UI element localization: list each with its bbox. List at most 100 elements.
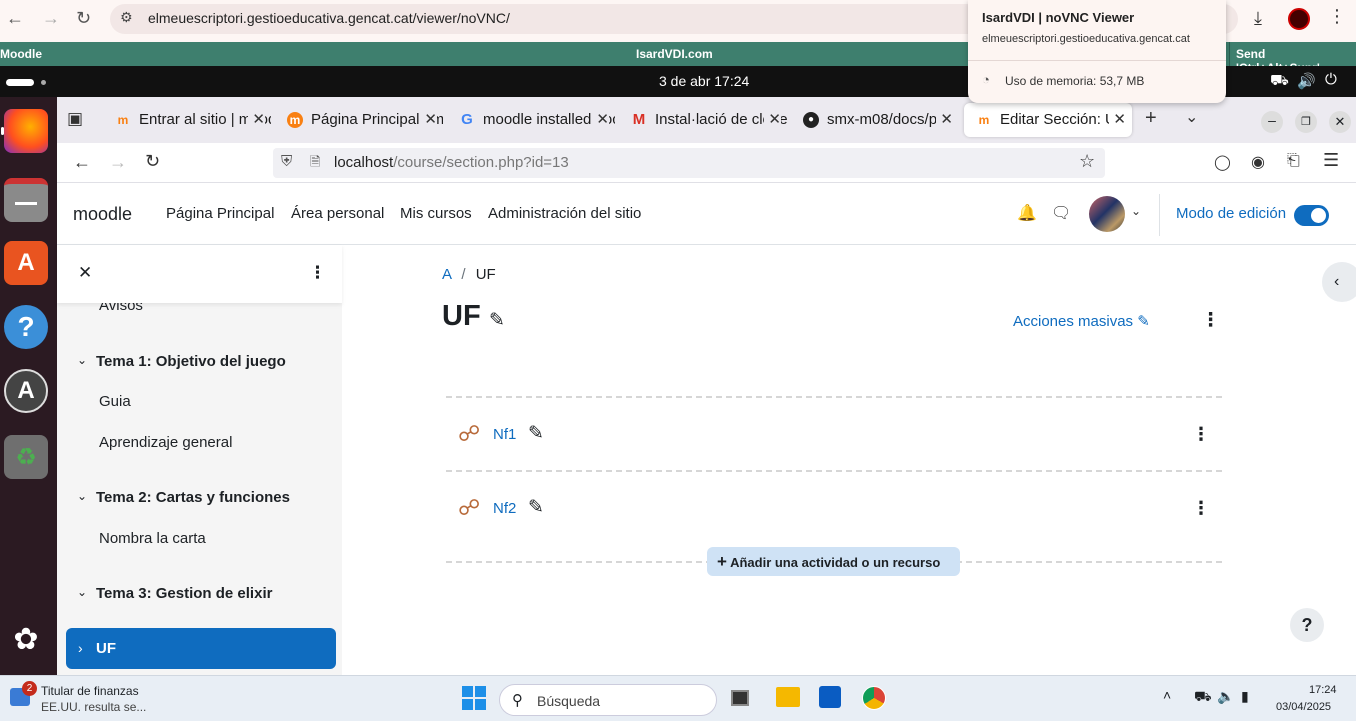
gnome-clock[interactable]: 3 de abr 17:24 [659, 73, 749, 89]
network-icon[interactable]: ⛟ [1270, 72, 1289, 91]
activity-menu-icon[interactable]: ⋮ [1192, 424, 1210, 445]
close-icon[interactable]: ✕ [1109, 103, 1126, 137]
tray-date[interactable]: 03/04/2025 [1276, 701, 1331, 713]
tab-manager-icon[interactable]: ▣ [67, 109, 83, 129]
breadcrumb-course[interactable]: A [442, 266, 451, 283]
tab-pagina-principal[interactable]: m Página Principal | moodle ✕ [275, 103, 443, 137]
extensions-icon[interactable]: ⎗ [1287, 152, 1300, 170]
speaker-icon[interactable]: 🔈 [1217, 688, 1234, 705]
breadcrumb-current: UF [475, 266, 496, 283]
address-bar[interactable]: ⛨ 🗎 localhost/course/section.php?id=13 ☆ [273, 148, 1105, 178]
chevron-down-icon[interactable]: ⌄ [77, 489, 87, 503]
activity-menu-icon[interactable]: ⋮ [1192, 498, 1210, 519]
back-icon[interactable]: ← [6, 8, 24, 29]
send-cad-button[interactable]: Send 'Ctrl+Alt+Supr' [1229, 42, 1356, 75]
store-icon[interactable] [819, 686, 841, 708]
close-icon[interactable]: ✕ [592, 103, 609, 137]
section-menu-icon[interactable]: ⋮ [1201, 309, 1220, 332]
course-item[interactable]: Aprendizaje general [99, 434, 232, 451]
tray-time[interactable]: 17:24 [1309, 684, 1337, 696]
block-drawer-toggle[interactable]: ‹ [1322, 262, 1356, 302]
nav-pagina-principal[interactable]: Página Principal [166, 205, 274, 222]
minimize-icon[interactable]: – [1261, 111, 1283, 133]
tab-google[interactable]: G moodle installed docker ✕ [447, 103, 615, 137]
wifi-icon[interactable]: ⛟ [1194, 688, 1212, 707]
show-apps-icon[interactable]: ✿ [4, 617, 48, 661]
drawer-menu-icon[interactable]: ⋮ [309, 263, 326, 283]
news-title[interactable]: Titular de finanzas [41, 684, 139, 698]
edit-mode-toggle[interactable] [1294, 205, 1329, 226]
download-icon[interactable]: ⤓ [1254, 8, 1262, 29]
reload-icon[interactable]: ↻ [76, 8, 91, 29]
search-box[interactable]: ⚲ Búsqueda [499, 684, 717, 716]
edit-activity-icon[interactable]: ✎ [528, 496, 544, 519]
chevron-down-icon[interactable]: ⌄ [1131, 204, 1141, 218]
file-explorer-icon[interactable] [776, 687, 800, 707]
close-icon[interactable]: ✕ [936, 103, 953, 137]
bulk-edit-link[interactable]: Acciones masivas ✎ [1013, 312, 1150, 330]
software-updater-icon[interactable]: A [4, 369, 48, 413]
close-window-icon[interactable]: ✕ [1329, 111, 1351, 133]
news-subtitle[interactable]: EE.UU. resulta se... [41, 700, 146, 714]
tab-entrar[interactable]: m Entrar al sitio | moodle ✕ [103, 103, 271, 137]
nav-area-personal[interactable]: Área personal [291, 205, 384, 222]
tab-gmail[interactable]: M Instal·lació de clonezilla ✕ [619, 103, 787, 137]
profile-avatar[interactable] [1288, 8, 1310, 30]
nav-administracion[interactable]: Administración del sitio [488, 205, 641, 222]
activities-indicator[interactable] [6, 79, 34, 86]
chevron-down-icon[interactable]: ⌄ [77, 353, 87, 367]
chrome-taskbar-icon[interactable] [862, 686, 886, 710]
edit-activity-icon[interactable]: ✎ [528, 422, 544, 445]
forward-icon[interactable]: → [42, 8, 60, 29]
course-item[interactable]: Nombra la carta [99, 530, 206, 547]
site-info-icon[interactable]: ⚙ [120, 9, 133, 26]
chrome-menu-icon[interactable]: ⋮ [1328, 6, 1346, 27]
close-drawer-icon[interactable]: ✕ [78, 263, 92, 283]
start-pane [462, 686, 473, 697]
bookmark-star-icon[interactable]: ☆ [1079, 151, 1095, 172]
volume-icon[interactable]: 🔊 [1297, 72, 1316, 90]
windows-start-icon[interactable] [462, 686, 486, 710]
hamburger-menu-icon[interactable]: ☰ [1323, 150, 1339, 171]
tab-editar-seccion[interactable]: m Editar Sección: UF ✕ [964, 103, 1132, 137]
nav-mis-cursos[interactable]: Mis cursos [400, 205, 472, 222]
restore-icon[interactable]: ❐ [1295, 111, 1317, 133]
close-icon[interactable]: ✕ [248, 103, 265, 137]
firefox-icon[interactable] [4, 109, 48, 153]
trash-icon[interactable]: ♻ [4, 435, 48, 479]
task-view-icon[interactable] [731, 690, 749, 706]
help-button[interactable]: ? [1290, 608, 1324, 642]
reload-icon[interactable]: ↻ [145, 151, 160, 172]
list-tabs-icon[interactable]: ⌄ [1185, 107, 1198, 127]
bell-icon[interactable]: 🔔 [1017, 203, 1037, 223]
course-item[interactable]: Guia [99, 393, 131, 410]
pocket-icon[interactable]: ◯ [1214, 153, 1231, 171]
section-tema-3[interactable]: Tema 3: Gestion de elixir [96, 585, 272, 602]
power-icon[interactable]: ⏻ [1325, 71, 1337, 88]
files-icon[interactable] [4, 178, 48, 222]
close-icon[interactable]: ✕ [420, 103, 437, 137]
forward-icon[interactable]: → [109, 152, 127, 173]
back-icon[interactable]: ← [73, 152, 91, 173]
battery-icon[interactable]: ▮ [1241, 688, 1249, 705]
moodle-orange-icon: m [287, 112, 303, 128]
help-icon[interactable]: ? [4, 305, 48, 349]
activity-link[interactable]: Nf2 [493, 500, 516, 517]
tab-github[interactable]: ● smx-m08/docs/pt ✕ [791, 103, 959, 137]
activity-link[interactable]: Nf1 [493, 426, 516, 443]
section-tema-2[interactable]: Tema 2: Cartas y funciones [96, 489, 290, 506]
close-icon[interactable]: ✕ [764, 103, 781, 137]
section-uf-active[interactable]: › UF [66, 628, 336, 669]
section-tema-1[interactable]: Tema 1: Objetivo del juego [96, 353, 286, 370]
new-tab-icon[interactable]: + [1145, 107, 1157, 130]
moodle-logo[interactable]: moodle [73, 204, 132, 225]
edit-title-icon[interactable]: ✎ [489, 309, 505, 332]
isard-center-label: IsardVDI.com [636, 47, 713, 61]
software-center-icon[interactable]: A [4, 241, 48, 285]
add-activity-button[interactable]: + Añadir una actividad o un recurso [707, 547, 960, 576]
messages-icon[interactable]: 🗨 [1051, 203, 1071, 223]
account-icon[interactable]: ◉ [1251, 152, 1265, 172]
tray-chevron-icon[interactable]: ˄ [1163, 687, 1171, 703]
chevron-down-icon[interactable]: ⌄ [77, 585, 87, 599]
avatar[interactable] [1089, 196, 1125, 232]
